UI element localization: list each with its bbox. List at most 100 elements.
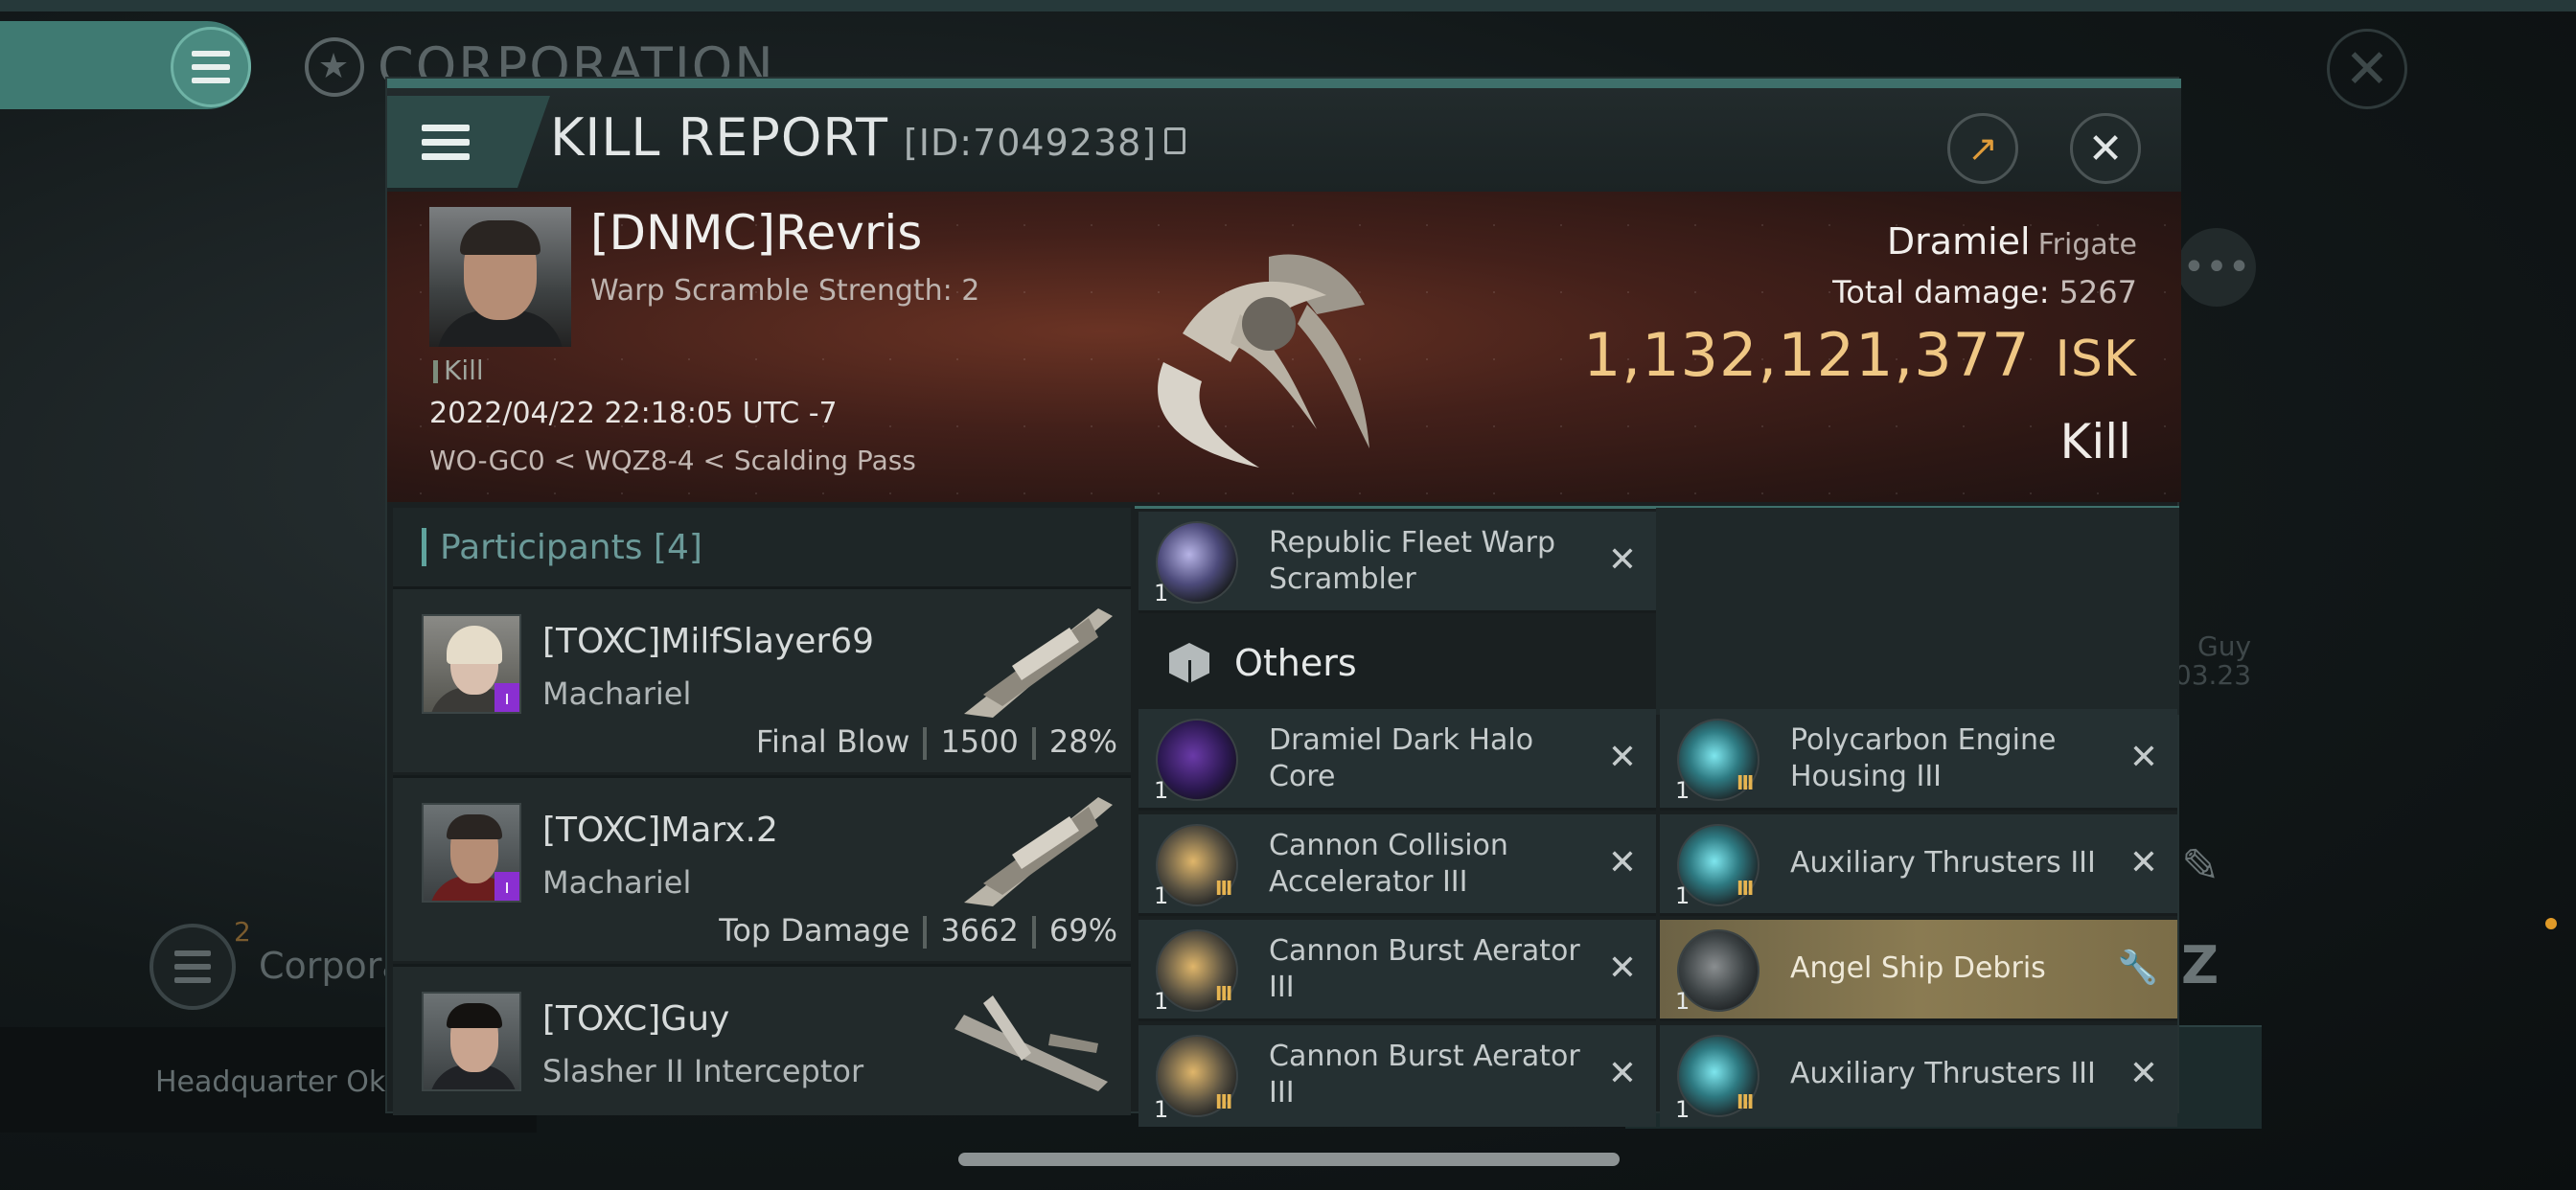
share-button[interactable]: ↗ (1947, 113, 2018, 184)
participant-ship: Machariel (542, 864, 692, 901)
notification-dot (2545, 918, 2557, 929)
hamburger-icon (192, 51, 230, 83)
participant-row[interactable]: [TOXC]Guy Slasher II Interceptor (393, 964, 1131, 1115)
others-label: Others (1234, 642, 1357, 684)
corporation-button[interactable] (150, 924, 236, 1010)
participant-ship: Slasher II Interceptor (542, 1053, 864, 1089)
kill-location[interactable]: WO-GC0 < WQZ8-4 < Scalding Pass (429, 445, 916, 476)
kill-tag: Kill (433, 355, 484, 386)
item-quantity: 1 (1675, 988, 1690, 1015)
item-row[interactable]: 1 III Auxiliary Thrusters III ✕ (1660, 814, 2177, 916)
item-row[interactable]: 1 III Cannon Collision Accelerator III ✕ (1138, 814, 1656, 916)
participant-name: [TOXC]Guy (542, 999, 730, 1039)
item-quantity: 1 (1675, 777, 1690, 804)
modal-header: KILL REPORT [ID:7049238] ↗ ✕ (387, 88, 2181, 192)
participant-avatar[interactable]: ı (422, 803, 521, 903)
item-name: Polycarbon Engine Housing III (1790, 723, 2057, 793)
victim-banner: [DNMC]Revris Warp Scramble Strength: 2 K… (387, 192, 2181, 502)
victim-ship-class: Frigate (2037, 228, 2137, 262)
item-row[interactable]: 1 III Cannon Burst Aerator III ✕ (1138, 1025, 1656, 1127)
participant-role: Top Damage (719, 912, 910, 949)
close-button[interactable]: ✕ (2070, 113, 2141, 184)
participant-avatar[interactable] (422, 992, 521, 1091)
modal-menu-button[interactable] (387, 96, 550, 188)
participant-stats: Final Blow 1500 28% (756, 723, 1117, 760)
destroyed-x-icon: ✕ (1607, 843, 1637, 882)
item-quantity: 1 (1154, 882, 1169, 909)
participant-ship: Machariel (542, 675, 692, 712)
participant-avatar[interactable]: ı (422, 614, 521, 714)
participants-header: Participants [4] (393, 508, 1131, 586)
more-options-icon[interactable]: ••• (2177, 228, 2256, 307)
item-quantity: 1 (1675, 1096, 1690, 1123)
tier-badge: III (1215, 1090, 1232, 1113)
destroyed-x-icon: ✕ (2128, 1054, 2158, 1093)
isk-unit: ISK (2055, 331, 2137, 388)
z-settings-icon[interactable]: Z (2181, 935, 2219, 995)
item-row-warp-scrambler[interactable]: 1 Republic Fleet Warp Scrambler ✕ (1138, 512, 1656, 613)
star-icon: ★ (305, 36, 364, 97)
modal-top-accent (387, 79, 2181, 88)
copy-icon[interactable] (1164, 127, 1186, 155)
participant-row[interactable]: ı [TOXC]Marx.2 Machariel Top Damage 3662 6… (393, 775, 1131, 961)
participant-ship-image (964, 608, 1113, 718)
item-row[interactable]: 1 Dramiel Dark Halo Core ✕ (1138, 709, 1656, 811)
background-close-icon[interactable]: ✕ (2327, 29, 2407, 109)
warp-scramble-strength: Warp Scramble Strength: 2 (590, 274, 980, 308)
participants-label: Participants (440, 527, 643, 567)
item-name: Republic Fleet Warp Scrambler (1269, 526, 1556, 596)
items-empty-slot (1656, 508, 2179, 715)
total-damage-label: Total damage: (1832, 274, 2050, 310)
item-quantity: 1 (1154, 1096, 1169, 1123)
item-quantity: 1 (1154, 580, 1169, 606)
item-name: Angel Ship Debris (1790, 951, 2046, 985)
hamburger-icon (422, 124, 470, 160)
kill-report-id: [ID:7049238] (903, 122, 1158, 164)
headquarter-text: Headquarter Okag (155, 1065, 422, 1099)
tier-badge: III (1215, 877, 1232, 900)
victim-name[interactable]: [DNMC]Revris (590, 205, 922, 261)
participants-panel: Participants [4] ı [TOXC]MilfSlayer69 Ma… (393, 508, 1131, 1115)
tier-badge: III (1215, 982, 1232, 1005)
destroyed-x-icon: ✕ (2128, 738, 2158, 777)
home-indicator[interactable] (958, 1153, 1620, 1166)
modal-title: KILL REPORT [ID:7049238] (550, 107, 1186, 168)
participant-stats: Top Damage 3662 69% (719, 912, 1117, 949)
corporation-count: 2 (234, 916, 251, 948)
cube-icon (1169, 643, 1209, 683)
participant-ship-image (954, 995, 1108, 1091)
item-row-dropped[interactable]: 1 Angel Ship Debris 🔧 (1660, 920, 2177, 1021)
item-row[interactable]: 1 III Auxiliary Thrusters III ✕ (1660, 1025, 2177, 1127)
total-damage-value: 5267 (2058, 274, 2137, 310)
tier-badge: III (1736, 877, 1754, 900)
item-row[interactable]: 1 III Polycarbon Engine Housing III ✕ (1660, 709, 2177, 811)
edit-icon[interactable]: ✎ (2181, 839, 2220, 893)
item-name: Auxiliary Thrusters III (1790, 1057, 2096, 1090)
others-header: Others (1138, 617, 1656, 709)
destroyed-x-icon: ✕ (1607, 949, 1637, 988)
participant-row[interactable]: ı [TOXC]MilfSlayer69 Machariel Final Blo… (393, 586, 1131, 772)
omega-badge-icon: ı (494, 683, 519, 712)
victim-avatar[interactable] (429, 207, 571, 347)
participant-role: Final Blow (755, 723, 910, 760)
victim-ship-name[interactable]: Dramiel (1887, 220, 2031, 263)
victim-ship-image[interactable] (1125, 199, 1413, 487)
destroyed-x-icon: ✕ (1607, 738, 1637, 777)
destroyed-x-icon: ✕ (1607, 540, 1637, 580)
background-top-strip (0, 0, 2576, 11)
isk-value: 1,132,121,377 (1582, 320, 2031, 390)
main-menu-button[interactable] (171, 27, 251, 107)
tier-badge: III (1736, 1090, 1754, 1113)
item-name: Cannon Collision Accelerator III (1269, 829, 1508, 899)
item-name: Cannon Burst Aerator III (1269, 934, 1580, 1004)
item-name: Auxiliary Thrusters III (1790, 846, 2096, 880)
item-quantity: 1 (1154, 777, 1169, 804)
participant-damage: 1500 (940, 723, 1019, 760)
kill-result: Kill (2059, 414, 2131, 469)
participant-ship-image (964, 797, 1113, 906)
participant-percent: 69% (1048, 912, 1117, 949)
kill-datetime: 2022/04/22 22:18:05 UTC -7 (429, 397, 838, 430)
item-name: Dramiel Dark Halo Core (1269, 723, 1534, 793)
close-icon: ✕ (2087, 124, 2124, 173)
item-row[interactable]: 1 III Cannon Burst Aerator III ✕ (1138, 920, 1656, 1021)
